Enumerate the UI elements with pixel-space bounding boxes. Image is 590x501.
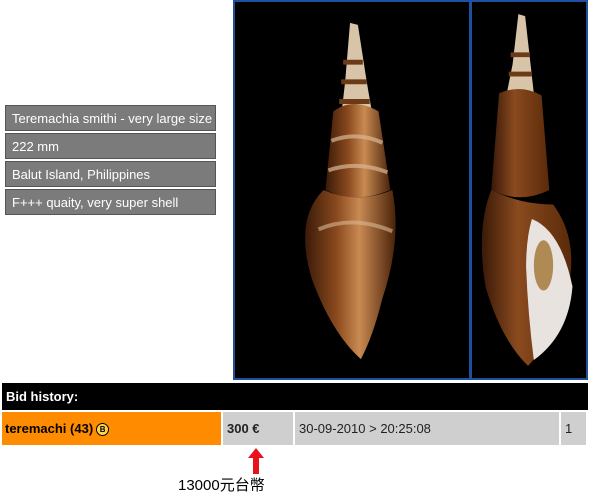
bidder-cell[interactable]: teremachi (43) B (2, 412, 221, 445)
bid-history-title: Bid history: (2, 383, 588, 410)
bid-history-panel: Bid history: teremachi (43) B 300 € 30-09… (2, 383, 588, 445)
bid-row: teremachi (43) B 300 € 30-09-2010 > 20:25… (2, 410, 588, 445)
shell-info-table: Teremachia smithi - very large size 222 … (5, 105, 216, 217)
bid-price: 300 € (221, 412, 293, 445)
info-location: Balut Island, Philippines (5, 161, 216, 187)
info-size: 222 mm (5, 133, 216, 159)
red-arrow-icon (248, 448, 264, 474)
info-species: Teremachia smithi - very large size (5, 105, 216, 131)
bidder-name[interactable]: teremachi (43) (5, 421, 93, 436)
shell-aperture-image (481, 14, 573, 366)
price-annotation: 13000元台幣 (178, 477, 265, 494)
bidder-badge-icon: B (96, 423, 110, 437)
bid-count: 1 (559, 412, 586, 445)
shell-photo-aperture[interactable] (470, 0, 588, 380)
bid-datetime: 30-09-2010 > 20:25:08 (293, 412, 559, 445)
info-quality: F+++ quaity, very super shell (5, 189, 216, 215)
shell-dorsal-image (305, 22, 396, 360)
shell-photo-dorsal[interactable] (233, 0, 471, 380)
